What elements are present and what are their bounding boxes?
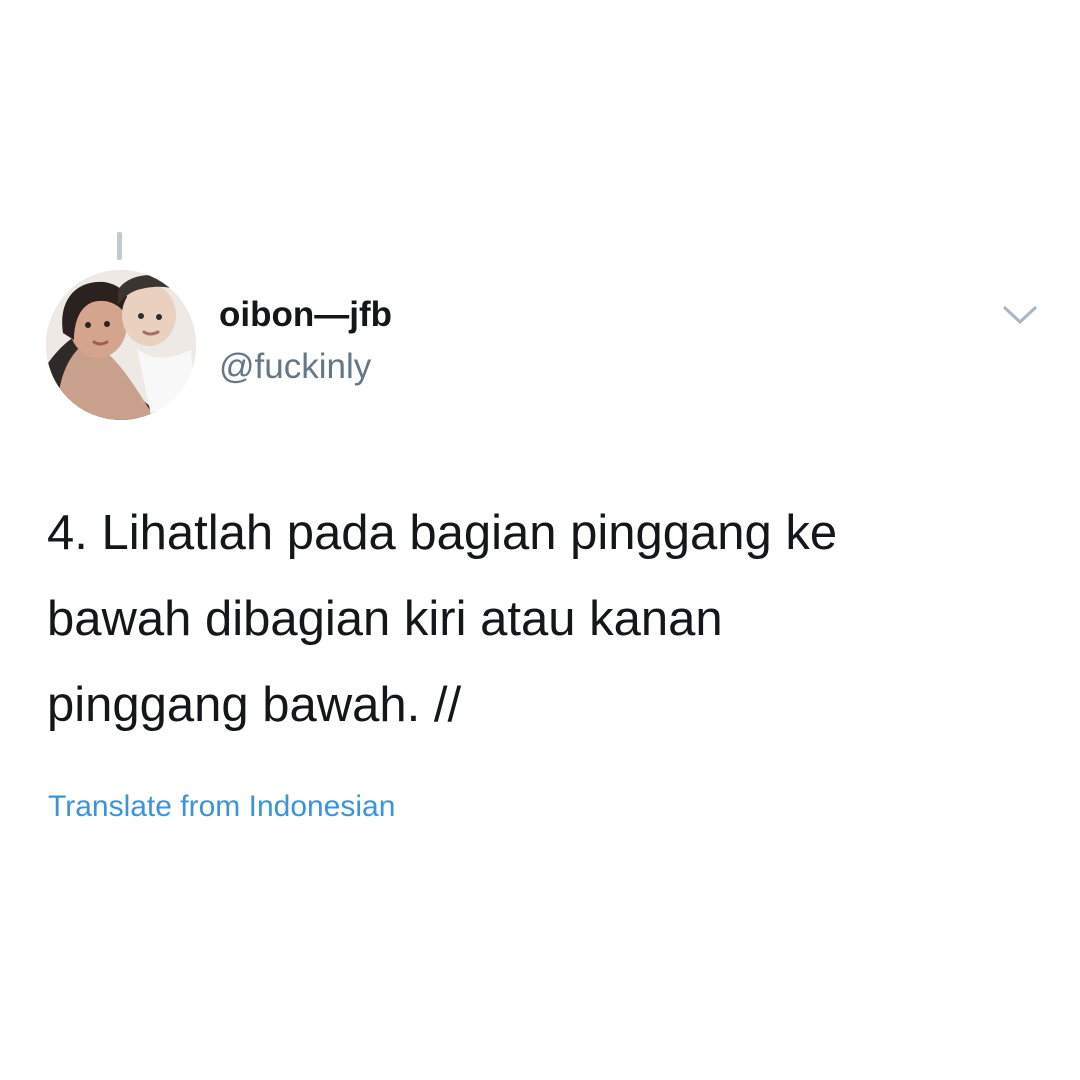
chevron-down-icon [1003,306,1037,324]
translate-link[interactable]: Translate from Indonesian [48,789,395,825]
thread-connector-line [117,232,122,260]
tweet-menu-button[interactable] [1002,304,1038,326]
tweet-text-line: pinggang bawah. // [47,678,462,732]
avatar[interactable] [46,270,196,420]
username-handle[interactable]: @fuckinly [219,346,371,388]
tweet-text: 4. Lihatlah pada bagian pinggang ke bawa… [47,490,1047,748]
display-name[interactable]: oibon—jfb [219,294,392,336]
tweet-card[interactable]: oibon—jfb @fuckinly 4. Lihatlah pada bag… [0,0,1080,1080]
tweet-text-line: bawah dibagian kiri atau kanan [47,592,723,646]
tweet-text-line: 4. Lihatlah pada bagian pinggang ke [47,506,838,560]
profile-avatar-icon [46,270,196,420]
